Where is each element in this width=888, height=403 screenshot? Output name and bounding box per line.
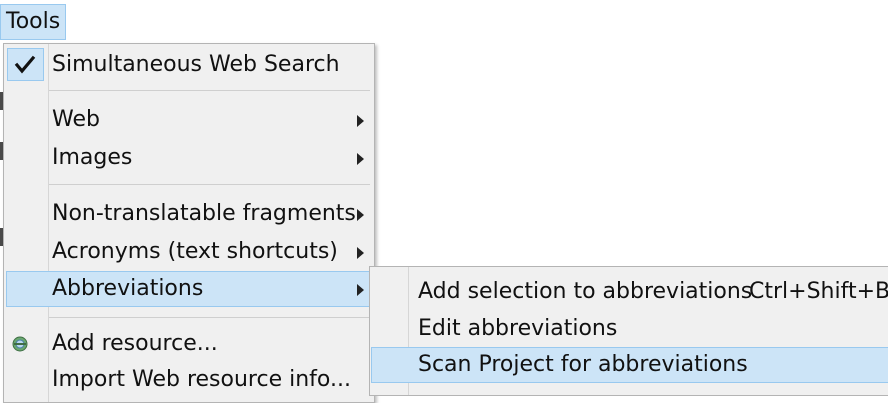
menu-item-label: Images (52, 145, 133, 170)
menu-item-add-resource[interactable]: Add resource... (6, 326, 372, 362)
menu-item-label: Add resource... (52, 331, 218, 356)
menu-separator (49, 184, 370, 185)
menu-item-simultaneous-web-search[interactable]: Simultaneous Web Search (6, 47, 372, 83)
menu-item-label: Acronyms (text shortcuts) (52, 239, 338, 264)
submenu-arrow-icon (357, 115, 364, 127)
menu-item-label: Web (52, 107, 100, 132)
menu-item-abbreviations[interactable]: Abbreviations (6, 271, 372, 307)
menu-separator (49, 317, 370, 318)
menu-separator (49, 90, 370, 91)
submenu-arrow-icon (357, 153, 364, 165)
menu-item-label: Non-translatable fragments (52, 201, 356, 226)
submenu-item-label: Add selection to abbreviations (418, 279, 753, 304)
submenu-arrow-icon (357, 284, 364, 296)
menu-item-images[interactable]: Images (6, 140, 372, 176)
menu-item-import-web-resource-info[interactable]: Import Web resource info... (6, 362, 372, 398)
submenu-item-label: Edit abbreviations (418, 316, 618, 341)
menu-item-acronyms[interactable]: Acronyms (text shortcuts) (6, 234, 372, 270)
resource-icon (12, 336, 28, 352)
submenu-arrow-icon (357, 209, 364, 221)
tools-menu-title[interactable]: Tools (0, 4, 66, 40)
menu-item-label: Simultaneous Web Search (52, 52, 340, 77)
submenu-item-add-selection-to-abbreviations[interactable]: Add selection to abbreviations Ctrl+Shif… (371, 274, 888, 310)
menu-item-non-translatable-fragments[interactable]: Non-translatable fragments (6, 196, 372, 232)
keyboard-shortcut: Ctrl+Shift+B (749, 279, 888, 304)
submenu-item-label: Scan Project for abbreviations (418, 352, 748, 377)
abbreviations-submenu: Add selection to abbreviations Ctrl+Shif… (369, 266, 888, 396)
submenu-arrow-icon (357, 247, 364, 259)
menu-item-label: Import Web resource info... (52, 367, 351, 392)
menu-item-web[interactable]: Web (6, 102, 372, 138)
submenu-item-scan-project-for-abbreviations[interactable]: Scan Project for abbreviations (371, 347, 888, 383)
tools-dropdown-menu: Simultaneous Web Search Web Images Non-t… (3, 43, 375, 403)
menu-item-label: Abbreviations (52, 276, 204, 301)
submenu-item-edit-abbreviations[interactable]: Edit abbreviations (371, 311, 888, 347)
